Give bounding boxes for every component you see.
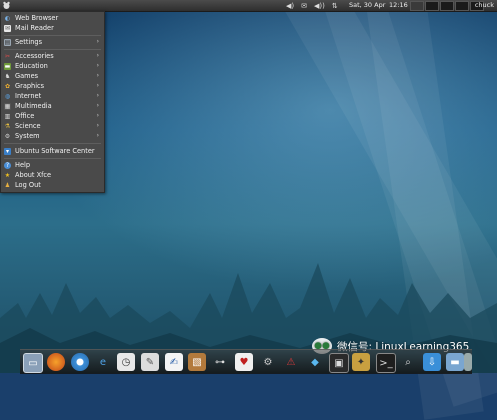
photo-icon[interactable]: ▧: [188, 353, 206, 371]
download-icon[interactable]: ⇩: [423, 353, 441, 371]
education-icon: ▬: [4, 62, 11, 70]
menu-item-label: About Xfce: [15, 171, 52, 179]
submenu-arrow-icon: ›: [96, 132, 99, 139]
cards-icon[interactable]: ♥: [235, 353, 253, 371]
menu-item-label: Accessories: [15, 52, 54, 60]
dock: ▭ e ◷ ✎ ✍ ▧ ⊶ ♥ ⚙ ⚠ ◆ ▣ ✦ >_ ⌕ ⇩ ▬: [20, 349, 472, 374]
mouse-icon[interactable]: ⊶: [211, 353, 229, 371]
settings-icon: ▤: [4, 38, 11, 46]
help-icon: ?: [4, 161, 11, 169]
games-icon: ♞: [4, 72, 11, 80]
internet-icon: ◍: [4, 92, 11, 100]
speaker-icon[interactable]: ◀): [286, 2, 294, 10]
date-label[interactable]: Sat, 30 Apr: [349, 1, 385, 9]
menu-item-internet[interactable]: ◍ Internet ›: [4, 91, 102, 101]
submenu-arrow-icon: ›: [96, 112, 99, 119]
menu-item-ubuntu-software-center[interactable]: ▾ Ubuntu Software Center: [4, 146, 102, 156]
system-icon: ⚙: [4, 132, 11, 140]
chromium-icon[interactable]: [71, 353, 89, 371]
terminal-icon[interactable]: >_: [376, 353, 396, 373]
menu-item-graphics[interactable]: ✿ Graphics ›: [4, 81, 102, 91]
submenu-arrow-icon: ›: [96, 52, 99, 59]
settings-gear-icon[interactable]: ⚙: [259, 353, 277, 371]
user-name-label[interactable]: chuck: [475, 1, 494, 9]
xfce-mouse-icon: [2, 1, 10, 9]
menu-item-system[interactable]: ⚙ System ›: [4, 131, 102, 141]
monitor-icon[interactable]: ▣: [329, 353, 349, 373]
menu-item-label: Mail Reader: [15, 24, 54, 32]
menu-item-about-xfce[interactable]: ★ About Xfce: [4, 170, 102, 180]
mail-reader-icon: ✉: [4, 24, 11, 32]
workspace-3[interactable]: [440, 1, 454, 11]
submenu-arrow-icon: ›: [96, 122, 99, 129]
menu-separator: [4, 143, 101, 144]
menu-item-label: Settings: [15, 38, 43, 46]
network-tool-icon[interactable]: ⚠: [282, 353, 300, 371]
menu-item-label: Multimedia: [15, 102, 52, 110]
menu-item-label: Internet: [15, 92, 42, 100]
submenu-arrow-icon: ›: [96, 38, 99, 45]
menu-item-label: System: [15, 132, 40, 140]
menu-item-office[interactable]: ▥ Office ›: [4, 111, 102, 121]
web-browser-icon: ◐: [4, 14, 11, 22]
text-editor-icon[interactable]: ✎: [141, 353, 159, 371]
graphics-icon: ✿: [4, 82, 11, 90]
submenu-arrow-icon: ›: [96, 62, 99, 69]
folder-icon[interactable]: ▬: [446, 353, 464, 371]
workspace-switcher: [410, 1, 484, 11]
mail-icon[interactable]: ✉: [301, 2, 307, 10]
search-icon[interactable]: ⌕: [399, 353, 417, 371]
software-center-icon: ▾: [4, 147, 11, 155]
workspace-4[interactable]: [455, 1, 469, 11]
package-icon[interactable]: ✦: [352, 353, 370, 371]
menu-item-label: Log Out: [15, 181, 41, 189]
menu-item-games[interactable]: ♞ Games ›: [4, 71, 102, 81]
menu-separator: [4, 158, 101, 159]
menu-separator: [4, 35, 101, 36]
menu-item-help[interactable]: ? Help: [4, 160, 102, 170]
multimedia-icon: ▦: [4, 102, 11, 110]
menu-item-label: Education: [15, 62, 48, 70]
submenu-arrow-icon: ›: [96, 72, 99, 79]
writer-icon[interactable]: ✍: [165, 353, 183, 371]
ie-icon[interactable]: e: [94, 353, 112, 371]
menu-item-accessories[interactable]: ✂ Accessories ›: [4, 51, 102, 61]
menu-separator: [4, 49, 101, 50]
network-icon[interactable]: ⇅: [332, 2, 338, 10]
workspace-2[interactable]: [425, 1, 439, 11]
menu-item-education[interactable]: ▬ Education ›: [4, 61, 102, 71]
submenu-arrow-icon: ›: [96, 92, 99, 99]
about-icon: ★: [4, 171, 11, 179]
menu-item-multimedia[interactable]: ▦ Multimedia ›: [4, 101, 102, 111]
submenu-arrow-icon: ›: [96, 82, 99, 89]
menu-item-settings[interactable]: ▤ Settings ›: [4, 37, 102, 47]
menu-item-label: Web Browser: [15, 14, 59, 22]
applications-menu-button[interactable]: [0, 0, 12, 11]
menu-item-label: Science: [15, 122, 41, 130]
menu-item-label: Help: [15, 161, 31, 169]
firefox-icon[interactable]: [47, 353, 65, 371]
trash-icon[interactable]: [464, 353, 472, 371]
time-label[interactable]: 12:16: [389, 1, 408, 9]
office-icon: ▥: [4, 112, 11, 120]
volume-icon[interactable]: ◀)): [314, 2, 325, 10]
menu-item-label: Ubuntu Software Center: [15, 147, 95, 155]
log-out-icon: ♟: [4, 181, 11, 189]
menu-item-mail-reader[interactable]: ✉ Mail Reader: [4, 23, 102, 33]
menu-item-label: Office: [15, 112, 35, 120]
workspace-1[interactable]: [410, 1, 424, 11]
clock-icon[interactable]: ◷: [117, 353, 135, 371]
accessories-icon: ✂: [4, 52, 11, 60]
menu-item-label: Graphics: [15, 82, 45, 90]
menu-item-science[interactable]: ⚗ Science ›: [4, 121, 102, 131]
menu-item-label: Games: [15, 72, 39, 80]
submenu-arrow-icon: ›: [96, 102, 99, 109]
gem-icon[interactable]: ◆: [306, 353, 324, 371]
menu-item-web-browser[interactable]: ◐ Web Browser: [4, 13, 102, 23]
applications-menu: ◐ Web Browser ✉ Mail Reader ▤ Settings ›…: [0, 11, 105, 193]
science-icon: ⚗: [4, 122, 11, 130]
menu-item-log-out[interactable]: ♟ Log Out: [4, 180, 102, 190]
show-desktop-icon[interactable]: ▭: [23, 353, 43, 373]
system-tray: ◀) ✉ ◀)) ⇅: [286, 0, 338, 11]
